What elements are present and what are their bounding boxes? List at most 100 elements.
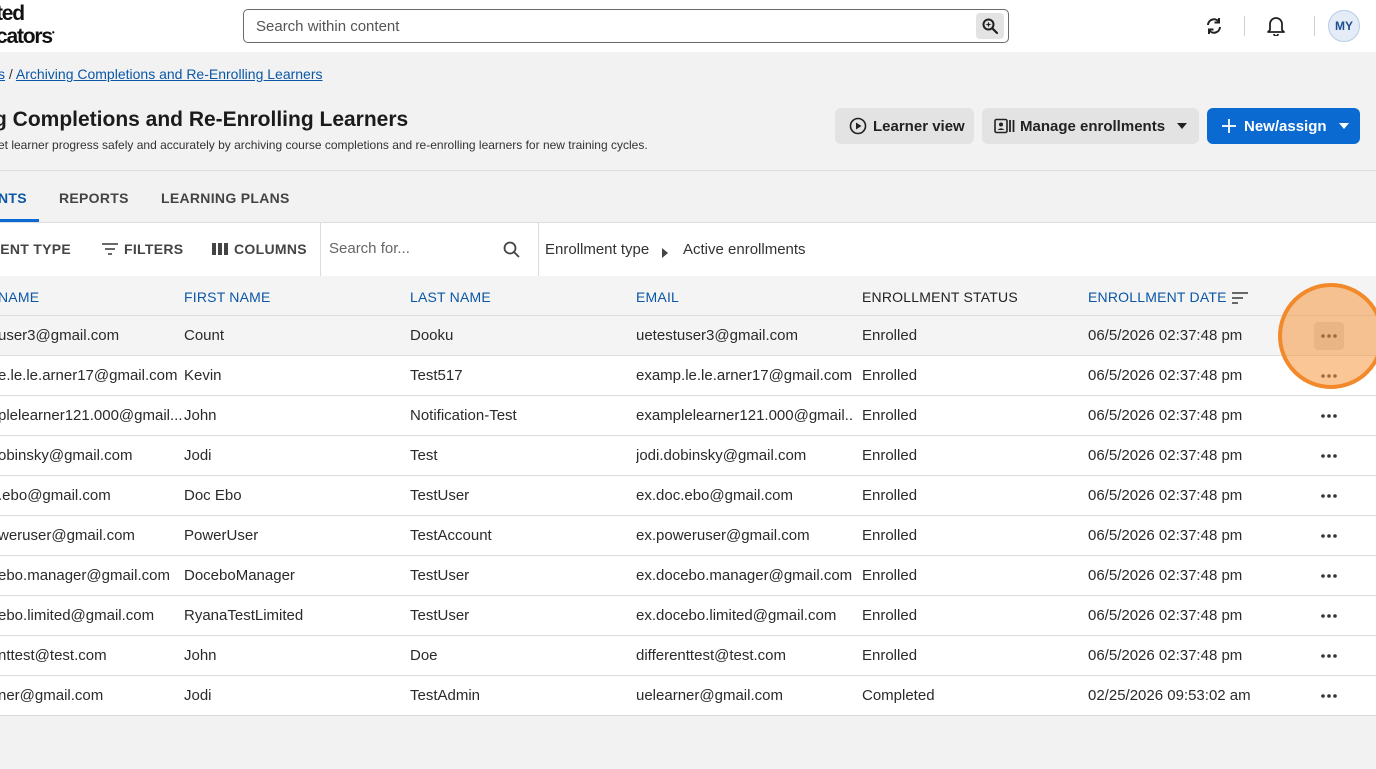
row-actions-button[interactable] bbox=[1314, 682, 1344, 710]
table-search-input[interactable] bbox=[329, 240, 499, 257]
cell-username: weruser@gmail.com bbox=[0, 527, 135, 544]
cell-username: ebo.limited@gmail.com bbox=[0, 607, 155, 624]
id-card-icon bbox=[994, 118, 1015, 134]
learner-view-button[interactable]: Learner view bbox=[835, 108, 974, 144]
row-actions-button[interactable] bbox=[1314, 562, 1344, 590]
top-bar: ted cators• bbox=[0, 0, 1376, 52]
breadcrumb-current-link[interactable]: Archiving Completions and Re-Enrolling L… bbox=[16, 66, 323, 82]
row-actions-button[interactable] bbox=[1314, 522, 1344, 550]
cell-enrollment-status: Enrolled bbox=[862, 607, 918, 624]
cell-last-name: TestUser bbox=[410, 567, 470, 584]
plus-icon bbox=[1222, 119, 1236, 133]
bell-icon[interactable] bbox=[1264, 14, 1288, 38]
cell-enrollment-date: 06/5/2026 02:37:48 pm bbox=[1088, 487, 1243, 504]
row-actions-button[interactable] bbox=[1314, 402, 1344, 430]
table-row[interactable]: e.le.le.arner17@gmail.com Kevin Test517 exa… bbox=[0, 356, 1376, 396]
cell-username: .ebo@gmail.com bbox=[0, 487, 111, 504]
cell-email: ex.poweruser@gmail.com bbox=[636, 527, 810, 544]
page: ted cators• bbox=[0, 0, 1376, 769]
logo[interactable]: ted cators• bbox=[0, 3, 54, 48]
cell-enrollment-status: Enrolled bbox=[862, 367, 918, 384]
row-actions-button[interactable] bbox=[1314, 642, 1344, 670]
more-horizontal-icon bbox=[1321, 374, 1337, 378]
table-row[interactable]: nttest@test.com John Doe differenttest@test… bbox=[0, 636, 1376, 676]
tab-reports[interactable]: REPORTS bbox=[59, 190, 129, 206]
more-horizontal-icon bbox=[1321, 574, 1337, 578]
search-submit-button[interactable] bbox=[976, 13, 1004, 39]
column-header-username[interactable]: NAME bbox=[0, 289, 39, 305]
column-header-enrollment-status[interactable]: ENROLLMENT STATUS bbox=[862, 289, 1018, 305]
filter-crumb-active-enrollments[interactable]: Active enrollments bbox=[683, 241, 806, 258]
more-horizontal-icon bbox=[1321, 494, 1337, 498]
row-actions-button[interactable] bbox=[1314, 442, 1344, 470]
cell-last-name: TestUser bbox=[410, 487, 470, 504]
cell-email: uelearner@gmail.com bbox=[636, 687, 783, 704]
table-row[interactable]: obinsky@gmail.com Jodi Test jodi.dobinsky@g… bbox=[0, 436, 1376, 476]
row-actions-button[interactable] bbox=[1314, 322, 1344, 350]
cell-enrollment-date: 06/5/2026 02:37:48 pm bbox=[1088, 407, 1243, 424]
table-row[interactable]: ner@gmail.com Jodi TestAdmin uelearner@gmai… bbox=[0, 676, 1376, 716]
logo-line-2: cators• bbox=[0, 23, 54, 48]
avatar[interactable]: MY bbox=[1328, 10, 1360, 42]
more-horizontal-icon bbox=[1321, 414, 1337, 418]
cell-username: e.le.le.arner17@gmail.com bbox=[0, 367, 178, 384]
cell-enrollment-status: Enrolled bbox=[862, 647, 918, 664]
column-header-enrollment-date[interactable]: ENROLLMENT DATE bbox=[1088, 289, 1227, 305]
table-row[interactable]: ebo.limited@gmail.com RyanaTestLimited Tes… bbox=[0, 596, 1376, 636]
logo-line-2-text: cators bbox=[0, 25, 53, 48]
cell-last-name: TestAdmin bbox=[410, 687, 481, 704]
search-icon[interactable] bbox=[503, 241, 520, 263]
cell-last-name: Dooku bbox=[410, 327, 454, 344]
column-header-last-name[interactable]: LAST NAME bbox=[410, 289, 491, 305]
cell-enrollment-status: Enrolled bbox=[862, 327, 918, 344]
global-search-input[interactable] bbox=[256, 16, 956, 36]
cell-last-name: Doe bbox=[410, 647, 438, 664]
cell-enrollment-status: Enrolled bbox=[862, 567, 918, 584]
filter-crumb-enrollment-type[interactable]: Enrollment type bbox=[545, 241, 649, 258]
manage-enrollments-button[interactable]: Manage enrollments bbox=[982, 108, 1199, 144]
global-search[interactable] bbox=[243, 9, 1009, 43]
columns-icon bbox=[212, 243, 228, 255]
cell-username: user3@gmail.com bbox=[0, 327, 120, 344]
cell-enrollment-status: Enrolled bbox=[862, 407, 918, 424]
breadcrumb-parent-link[interactable]: s bbox=[0, 66, 5, 82]
cell-last-name: TestUser bbox=[410, 607, 470, 624]
enrollment-type-button[interactable]: IENT TYPE bbox=[0, 241, 71, 257]
cell-username: plelearner121.000@gmail.... bbox=[0, 407, 182, 424]
column-header-first-name[interactable]: FIRST NAME bbox=[184, 289, 271, 305]
search-sparkle-icon bbox=[982, 18, 999, 35]
breadcrumb-separator: / bbox=[8, 66, 13, 82]
new-assign-button[interactable]: New/assign bbox=[1207, 108, 1360, 144]
cell-enrollment-date: 06/5/2026 02:37:48 pm bbox=[1088, 567, 1243, 584]
sync-icon[interactable] bbox=[1202, 14, 1226, 38]
cell-enrollment-status: Enrolled bbox=[862, 527, 918, 544]
cell-first-name: John bbox=[184, 407, 217, 424]
cell-enrollment-date: 06/5/2026 02:37:48 pm bbox=[1088, 327, 1243, 344]
table-row[interactable]: user3@gmail.com Count Dooku uetestuser3@gma… bbox=[0, 316, 1376, 356]
section-divider bbox=[0, 170, 1376, 171]
cell-last-name: Notification-Test bbox=[410, 407, 517, 424]
tab-enrollments[interactable]: NTS bbox=[0, 190, 27, 206]
tab-learning-plans[interactable]: LEARNING PLANS bbox=[161, 190, 290, 206]
cell-enrollment-date: 02/25/2026 09:53:02 am bbox=[1088, 687, 1251, 704]
cell-email: examp.le.le.arner17@gmail.com bbox=[636, 367, 853, 384]
more-horizontal-icon bbox=[1321, 534, 1337, 538]
filters-button[interactable]: FILTERS bbox=[102, 241, 183, 257]
table-row[interactable]: ebo.manager@gmail.com DoceboManager TestUs… bbox=[0, 556, 1376, 596]
columns-button[interactable]: COLUMNS bbox=[212, 241, 307, 257]
row-actions-button[interactable] bbox=[1314, 482, 1344, 510]
column-header-email[interactable]: EMAIL bbox=[636, 289, 679, 305]
more-horizontal-icon bbox=[1321, 454, 1337, 458]
filters-label: FILTERS bbox=[124, 241, 184, 257]
row-actions-button[interactable] bbox=[1314, 362, 1344, 390]
table-row[interactable]: weruser@gmail.com PowerUser TestAccount ex.… bbox=[0, 516, 1376, 556]
more-horizontal-icon bbox=[1321, 334, 1337, 338]
sort-icon[interactable] bbox=[1232, 291, 1248, 309]
table-row[interactable]: plelearner121.000@gmail.... John Notificat… bbox=[0, 396, 1376, 436]
caret-down-icon bbox=[1177, 123, 1188, 129]
row-actions-button[interactable] bbox=[1314, 602, 1344, 630]
table-row[interactable]: .ebo@gmail.com Doc Ebo TestUser ex.doc.ebo@… bbox=[0, 476, 1376, 516]
cell-first-name: RyanaTestLimited bbox=[184, 607, 304, 624]
cell-email: ex.docebo.limited@gmail.com bbox=[636, 607, 837, 624]
filter-lines-icon bbox=[102, 243, 118, 255]
